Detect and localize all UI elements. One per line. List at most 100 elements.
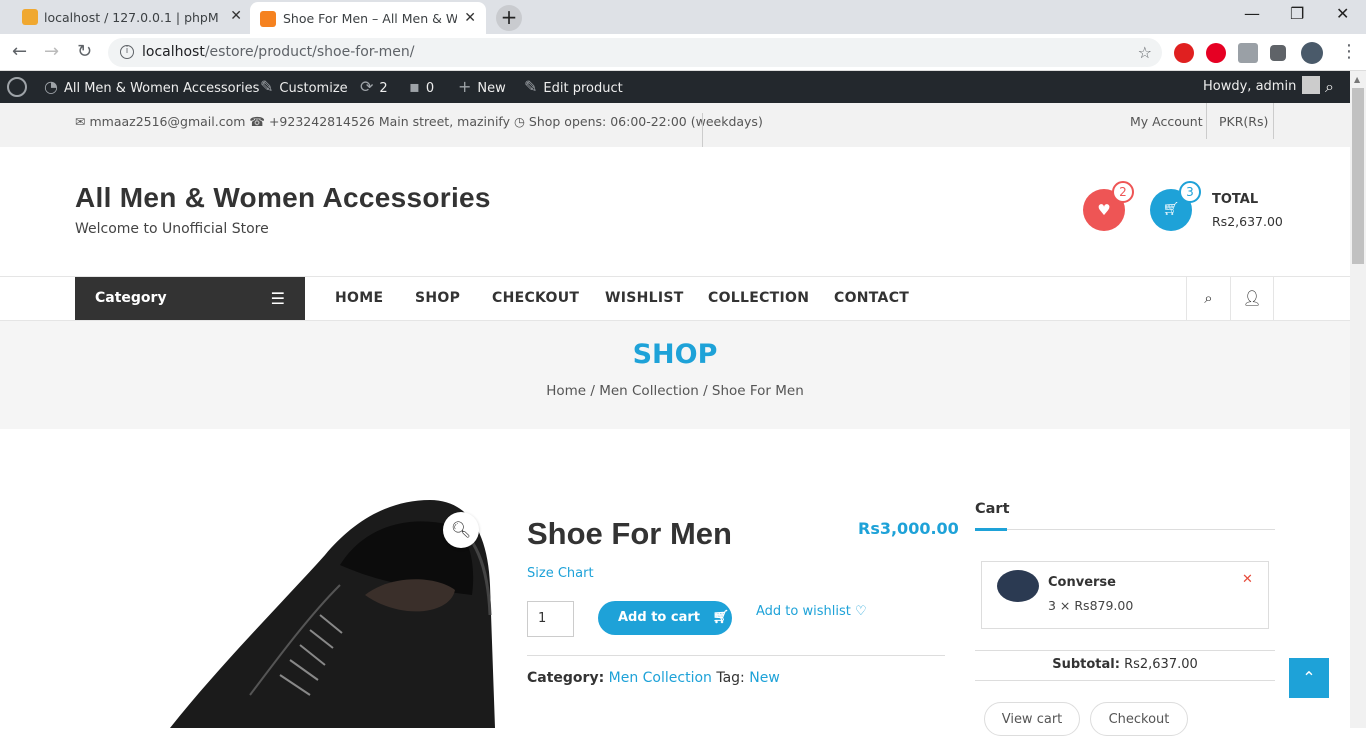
dashboard-icon: ◔ [44, 77, 58, 96]
reload-icon[interactable]: ↻ [77, 41, 92, 62]
tag-link[interactable]: New [749, 670, 780, 686]
currency-switcher[interactable]: PKR(Rs) [1219, 114, 1268, 129]
phone-icon: ☎ [249, 114, 265, 129]
page-scrollbar[interactable]: ▲ [1350, 71, 1366, 728]
extensions-puzzle-icon[interactable] [1270, 45, 1286, 61]
tab-title: Shoe For Men – All Men & Women Accessori… [283, 10, 457, 26]
title-underline [975, 528, 1007, 531]
page-title: SHOP [632, 339, 718, 370]
product-meta: Category: Men Collection Tag: New [527, 670, 780, 686]
add-to-cart-button[interactable]: Add to cart 🛒︎ [598, 601, 732, 635]
download-extension-icon[interactable] [1238, 43, 1258, 63]
category-label: Category: [527, 670, 605, 686]
minimize-icon[interactable]: — [1244, 4, 1260, 23]
cart-subtotal: Subtotal: Rs2,637.00 [1052, 657, 1198, 672]
scroll-up-icon[interactable]: ▲ [1354, 75, 1360, 84]
wordpress-logo-icon[interactable] [7, 71, 27, 103]
admin-new[interactable]: + New [458, 71, 506, 103]
pinterest-extension-icon[interactable] [1206, 43, 1226, 63]
my-account-link[interactable]: My Account [1130, 114, 1203, 129]
add-to-wishlist-link[interactable]: Add to wishlist ♡ [756, 604, 867, 619]
restore-icon[interactable]: ❐ [1290, 4, 1304, 23]
page-header: SHOP Home / Men Collection / Shoe For Me… [0, 321, 1350, 429]
remove-item-icon[interactable]: ✕ [1242, 572, 1253, 587]
scroll-to-top-button[interactable]: ⌃ [1289, 658, 1329, 698]
admin-edit-product[interactable]: ✎ Edit product [524, 71, 623, 103]
site-favicon-icon [260, 11, 276, 27]
divider [975, 529, 1275, 530]
cart-total-value: Rs2,637.00 [1212, 214, 1283, 229]
cart-item-name[interactable]: Converse [1048, 575, 1116, 590]
forward-icon[interactable]: → [44, 41, 59, 62]
category-link[interactable]: Men Collection [609, 670, 712, 686]
comment-icon: ▪ [409, 77, 420, 96]
address-bar[interactable]: i localhost/estore/product/shoe-for-men/… [108, 38, 1162, 67]
site-title[interactable]: All Men & Women Accessories [75, 182, 491, 214]
new-tab-button[interactable]: + [496, 5, 522, 31]
product-price: Rs3,000.00 [858, 519, 959, 538]
updates-icon: ⟳ [360, 77, 374, 96]
url-path: /estore/product/shoe-for-men/ [204, 44, 415, 60]
divider [1273, 103, 1274, 139]
divider [975, 680, 1275, 681]
scrollbar-thumb[interactable] [1352, 88, 1364, 264]
product-title: Shoe For Men [527, 516, 732, 551]
cart-widget-title: Cart [975, 501, 1010, 517]
info-icon[interactable]: i [120, 45, 134, 59]
view-cart-button[interactable]: View cart [984, 702, 1080, 736]
main-navigation: Category ☰ HOME SHOP CHECKOUT WISHLIST C… [0, 276, 1350, 321]
nav-home[interactable]: HOME [335, 277, 383, 320]
wishlist-count-badge: 2 [1112, 181, 1134, 203]
menu-dots-icon[interactable]: ⋮ [1340, 41, 1358, 62]
url-host: localhost [142, 44, 205, 60]
nav-contact[interactable]: CONTACT [834, 277, 909, 320]
pencil-icon: ✎ [524, 77, 538, 96]
divider [975, 650, 1275, 651]
divider [1206, 103, 1207, 139]
heart-outline-icon: ♡ [854, 604, 867, 619]
admin-updates[interactable]: ⟳ 2 [360, 71, 388, 103]
admin-howdy[interactable]: Howdy, admin [1203, 71, 1321, 103]
admin-comments[interactable]: ▪ 0 [409, 71, 434, 103]
tab-phpmyadmin[interactable]: localhost / 127.0.0.1 | phpMyAdmin ✕ [22, 0, 242, 34]
nav-checkout[interactable]: CHECKOUT [492, 277, 579, 320]
admin-site-name[interactable]: ◔ All Men & Women Accessories [44, 71, 259, 103]
brush-icon: ✎ [260, 77, 274, 96]
divider [702, 113, 703, 147]
admin-avatar [1302, 76, 1321, 94]
phpmyadmin-favicon-icon [22, 9, 38, 25]
tab-shoe-for-men[interactable]: Shoe For Men – All Men & Women Accessori… [250, 2, 486, 34]
close-tab-icon[interactable]: ✕ [230, 8, 242, 24]
user-icon[interactable]: 👤︎ [1230, 277, 1274, 320]
hamburger-icon: ☰ [270, 289, 285, 308]
size-chart-link[interactable]: Size Chart [527, 566, 594, 581]
adblock-extension-icon[interactable] [1174, 43, 1194, 63]
admin-search-icon[interactable]: ⌕ [1325, 71, 1334, 103]
profile-avatar[interactable] [1301, 42, 1323, 64]
site-tagline: Welcome to Unofficial Store [75, 221, 269, 237]
close-window-icon[interactable]: ✕ [1336, 4, 1349, 23]
category-menu-button[interactable]: Category ☰ [75, 277, 305, 320]
cart-item-thumbnail[interactable] [997, 570, 1039, 602]
cart-icon: 🛒︎ [712, 610, 730, 625]
close-tab-icon[interactable]: ✕ [464, 10, 476, 26]
bookmark-star-icon[interactable]: ☆ [1138, 38, 1152, 67]
nav-wishlist[interactable]: WISHLIST [605, 277, 684, 320]
wp-admin-bar: ◔ All Men & Women Accessories ✎ Customize … [0, 71, 1366, 103]
back-icon[interactable]: ← [12, 41, 27, 62]
divider [527, 655, 945, 656]
top-info-bar: ✉ mmaaz2516@gmail.com ☎ +923242814526 Ma… [0, 103, 1350, 147]
checkout-button[interactable]: Checkout [1090, 702, 1188, 736]
breadcrumb[interactable]: Home / Men Collection / Shoe For Men [0, 383, 1350, 399]
nav-shop[interactable]: SHOP [415, 277, 460, 320]
search-icon[interactable]: ⌕ [1186, 277, 1230, 320]
cart-count-badge: 3 [1179, 181, 1201, 203]
contact-email[interactable]: mmaaz2516@gmail.com [89, 114, 245, 129]
contact-phone: +923242814526 Main street, mazinify [268, 114, 510, 129]
tag-label: Tag: [716, 670, 745, 686]
admin-customize[interactable]: ✎ Customize [260, 71, 348, 103]
nav-collection[interactable]: COLLECTION [708, 277, 809, 320]
quantity-input[interactable]: 1 [527, 601, 574, 637]
zoom-magnifier-icon[interactable]: 🔍︎ [443, 512, 479, 548]
browser-tab-bar: localhost / 127.0.0.1 | phpMyAdmin ✕ Sho… [0, 0, 1366, 34]
